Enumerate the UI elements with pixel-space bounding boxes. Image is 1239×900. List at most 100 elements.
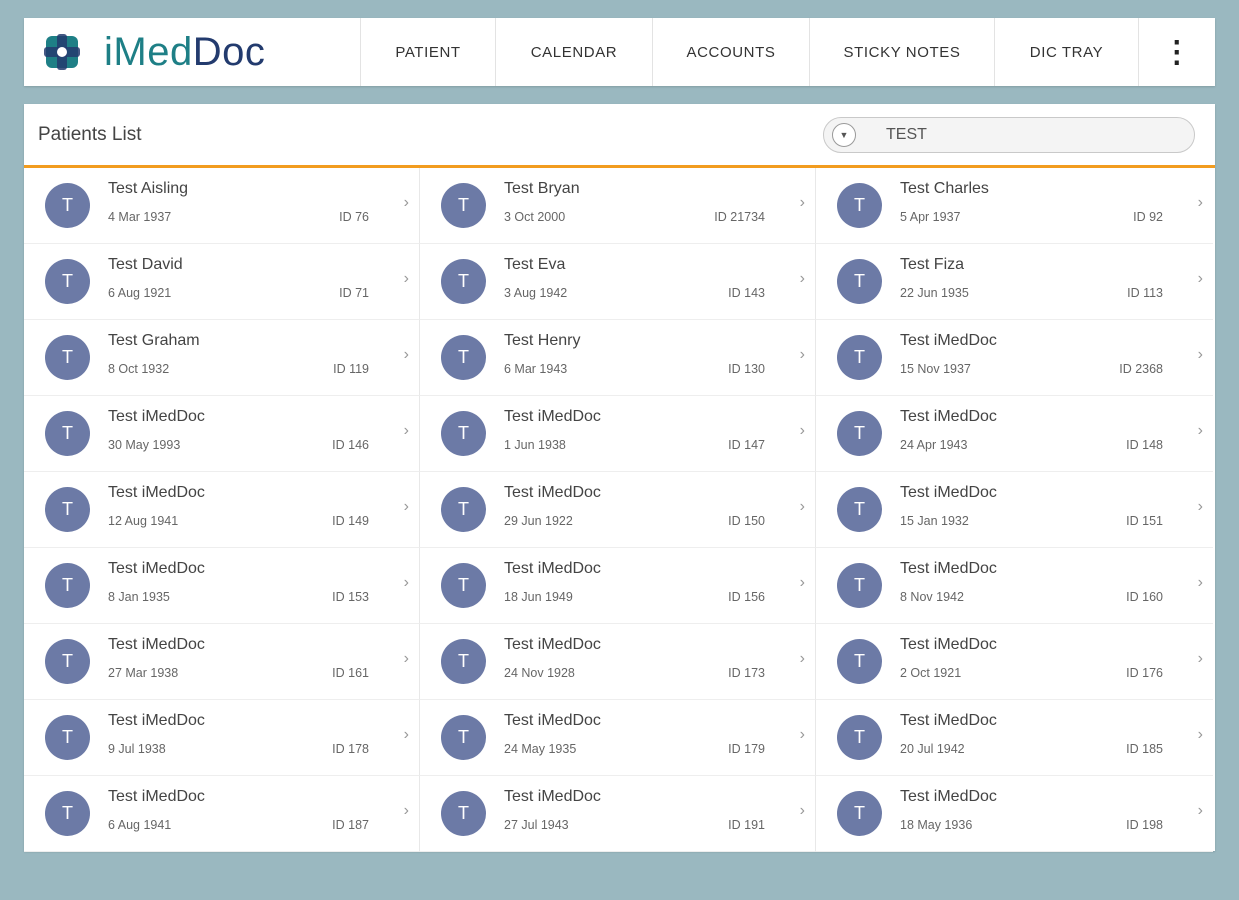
patient-card[interactable]: T Test David 6 Aug 1921 ID 71 › [24,244,420,320]
patient-name: Test Henry [504,332,581,349]
chevron-right-icon: › [799,194,805,211]
patient-dob: 6 Aug 1941 [108,818,172,832]
patient-dob: 8 Oct 1932 [108,362,170,376]
avatar: T [837,639,882,684]
patient-card[interactable]: T Test Henry 6 Mar 1943 ID 130 › [420,320,816,396]
patient-card[interactable]: T Test iMedDoc 24 Apr 1943 ID 148 › [816,396,1213,472]
patient-id: ID 146 [332,438,369,452]
patient-id: ID 119 [333,362,369,376]
avatar: T [45,639,90,684]
chevron-right-icon: › [799,270,805,287]
patient-dob: 18 May 1936 [900,818,973,832]
patient-name: Test iMedDoc [504,712,601,729]
patient-id: ID 113 [1127,286,1163,300]
patient-dob: 3 Oct 2000 [504,210,566,224]
panel-header: Patients List ▼ [24,104,1215,168]
chevron-right-icon: › [1197,194,1203,211]
patient-card[interactable]: T Test iMedDoc 24 Nov 1928 ID 173 › [420,624,816,700]
avatar: T [837,259,882,304]
patient-card[interactable]: T Test iMedDoc 12 Aug 1941 ID 149 › [24,472,420,548]
patient-card[interactable]: T Test iMedDoc 8 Nov 1942 ID 160 › [816,548,1213,624]
avatar: T [45,791,90,836]
avatar: T [441,715,486,760]
patient-dob: 29 Jun 1922 [504,514,573,528]
patient-card[interactable]: T Test iMedDoc 18 Jun 1949 ID 156 › [420,548,816,624]
patient-card[interactable]: T Test Eva 3 Aug 1942 ID 143 › [420,244,816,320]
chevron-right-icon: › [1197,346,1203,363]
patient-dob: 8 Nov 1942 [900,590,964,604]
patient-dob: 24 Apr 1943 [900,438,968,452]
patient-card[interactable]: T Test iMedDoc 29 Jun 1922 ID 150 › [420,472,816,548]
search-input[interactable] [884,124,1168,145]
patient-name: Test iMedDoc [504,636,601,653]
chevron-right-icon: › [799,802,805,819]
patient-id: ID 148 [1126,438,1163,452]
patient-id: ID 156 [728,590,765,604]
chevron-right-icon: › [799,498,805,515]
patient-id: ID 198 [1126,818,1163,832]
patient-card[interactable]: T Test iMedDoc 27 Jul 1943 ID 191 › [420,776,816,852]
patient-card[interactable]: T Test iMedDoc 30 May 1993 ID 146 › [24,396,420,472]
nav-dic-tray[interactable]: DIC TRAY [994,18,1138,86]
patient-card[interactable]: T Test Aisling 4 Mar 1937 ID 76 › [24,168,420,244]
patient-name: Test Eva [504,256,566,273]
chevron-right-icon: › [1197,574,1203,591]
patient-id: ID 149 [332,514,369,528]
search-filter-dropdown-icon[interactable]: ▼ [832,122,856,147]
avatar: T [441,411,486,456]
patient-card[interactable]: T Test iMedDoc 6 Aug 1941 ID 187 › [24,776,420,852]
avatar: T [441,791,486,836]
patient-id: ID 71 [339,286,369,300]
top-navigation-bar: iMedDoc PATIENT CALENDAR ACCOUNTS STICKY… [24,18,1215,86]
patient-card[interactable]: T Test Charles 5 Apr 1937 ID 92 › [816,168,1213,244]
patient-dob: 6 Mar 1943 [504,362,568,376]
patient-card[interactable]: T Test iMedDoc 9 Jul 1938 ID 178 › [24,700,420,776]
patient-id: ID 147 [728,438,765,452]
patient-grid: T Test Aisling 4 Mar 1937 ID 76 › T Test… [24,168,1215,852]
avatar: T [441,487,486,532]
avatar: T [45,183,90,228]
patient-id: ID 178 [332,742,369,756]
patient-card[interactable]: T Test iMedDoc 15 Nov 1937 ID 2368 › [816,320,1213,396]
patient-dob: 6 Aug 1921 [108,286,172,300]
nav-sticky-notes[interactable]: STICKY NOTES [809,18,994,86]
patient-name: Test iMedDoc [108,484,205,501]
chevron-right-icon: › [403,422,409,439]
patient-card[interactable]: T Test iMedDoc 1 Jun 1938 ID 147 › [420,396,816,472]
patient-name: Test Graham [108,332,200,349]
patient-card[interactable]: T Test iMedDoc 18 May 1936 ID 198 › [816,776,1213,852]
patient-dob: 3 Aug 1942 [504,286,568,300]
patient-name: Test iMedDoc [900,332,997,349]
chevron-right-icon: › [403,802,409,819]
patient-card[interactable]: T Test iMedDoc 20 Jul 1942 ID 185 › [816,700,1213,776]
chevron-right-icon: › [1197,726,1203,743]
patient-card[interactable]: T Test iMedDoc 8 Jan 1935 ID 153 › [24,548,420,624]
chevron-right-icon: › [1197,422,1203,439]
patient-card[interactable]: T Test iMedDoc 27 Mar 1938 ID 161 › [24,624,420,700]
patient-name: Test iMedDoc [108,788,205,805]
patient-dob: 24 May 1935 [504,742,577,756]
patient-card[interactable]: T Test iMedDoc 2 Oct 1921 ID 176 › [816,624,1213,700]
patient-card[interactable]: T Test Fiza 22 Jun 1935 ID 113 › [816,244,1213,320]
patient-id: ID 21734 [714,210,765,224]
patient-name: Test iMedDoc [504,560,601,577]
patient-id: ID 153 [332,590,369,604]
patient-id: ID 130 [728,362,765,376]
patient-dob: 22 Jun 1935 [900,286,969,300]
avatar: T [45,487,90,532]
patient-card[interactable]: T Test iMedDoc 24 May 1935 ID 179 › [420,700,816,776]
patient-dob: 20 Jul 1942 [900,742,965,756]
patient-card[interactable]: T Test Bryan 3 Oct 2000 ID 21734 › [420,168,816,244]
nav-patient[interactable]: PATIENT [360,18,495,86]
patient-card[interactable]: T Test iMedDoc 15 Jan 1932 ID 151 › [816,472,1213,548]
nav-accounts[interactable]: ACCOUNTS [652,18,809,86]
chevron-right-icon: › [403,726,409,743]
patient-card[interactable]: T Test Graham 8 Oct 1932 ID 119 › [24,320,420,396]
nav-calendar[interactable]: CALENDAR [495,18,652,86]
brand-logo[interactable]: iMedDoc [24,18,360,86]
more-menu-icon[interactable]: ⋮ [1138,18,1215,86]
avatar: T [837,487,882,532]
avatar: T [45,259,90,304]
chevron-right-icon: › [403,270,409,287]
patient-id: ID 150 [728,514,765,528]
